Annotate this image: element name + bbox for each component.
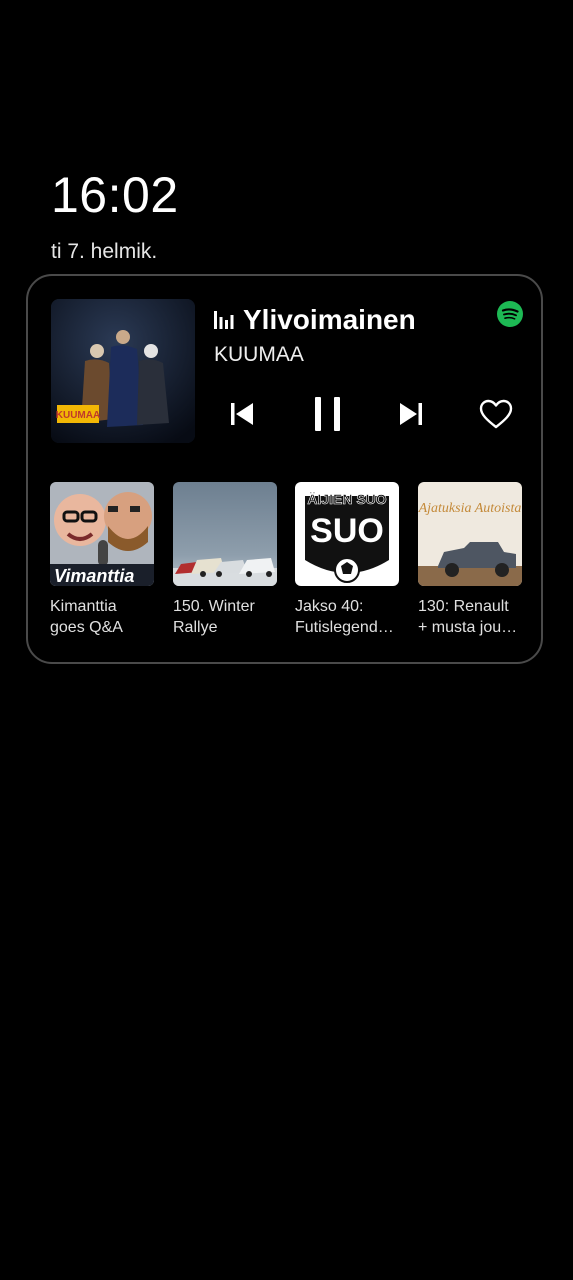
- skip-next-button[interactable]: [391, 394, 431, 434]
- recommendation-item[interactable]: SUO ÄIJIEN SUO Jakso 40: Futislegend…: [295, 482, 410, 638]
- album-art[interactable]: KUUMAA: [51, 299, 195, 443]
- lockscreen-date: ti 7. helmik.: [51, 240, 158, 263]
- spotify-icon[interactable]: [497, 301, 523, 327]
- recommendation-title-line2: + musta jou…: [418, 619, 518, 636]
- recommendation-title-line2: Futislegend…: [295, 619, 394, 636]
- recommendation-title-line2: Rallye: [173, 619, 218, 636]
- track-artist: KUUMAA: [214, 343, 304, 366]
- pause-icon: [315, 397, 340, 431]
- skip-previous-button[interactable]: [222, 394, 262, 434]
- recommendation-thumbnail: [173, 482, 277, 586]
- album-art-text: KUUMAA: [56, 410, 100, 421]
- svg-text:SUO: SUO: [310, 512, 384, 550]
- recommendation-thumbnail: Ajatuksia Autoista: [418, 482, 522, 586]
- recommendation-item[interactable]: 150. Winter Rallye: [173, 482, 288, 638]
- skip-previous-icon: [231, 403, 253, 425]
- lockscreen-clock: 16:02: [51, 167, 179, 223]
- media-player-widget: KUUMAA Ylivoimainen KUUMAA Vimanttia Kim…: [26, 274, 543, 664]
- like-button[interactable]: [476, 394, 516, 434]
- recommendation-title-line1: 150. Winter: [173, 598, 255, 615]
- skip-next-icon: [400, 403, 422, 425]
- recommendation-title-line1: Kimanttia: [50, 598, 117, 615]
- recommendation-item[interactable]: Vimanttia Kimanttia goes Q&A: [50, 482, 165, 638]
- track-title-row: Ylivoimainen: [214, 302, 416, 338]
- recommendation-title-line1: 130: Renault: [418, 598, 509, 615]
- track-title: Ylivoimainen: [243, 304, 416, 335]
- equalizer-icon: [214, 311, 234, 329]
- recommendation-item[interactable]: Ajatuksia Autoista 130: Renault + musta …: [418, 482, 533, 638]
- recommendation-thumbnail: SUO ÄIJIEN SUO: [295, 482, 399, 586]
- recommendation-title-line2: goes Q&A: [50, 619, 123, 636]
- recommendation-title-line1: Jakso 40:: [295, 598, 364, 615]
- recommendation-thumbnail-text: Vimanttia: [54, 566, 134, 586]
- recommendation-thumbnail-text: Ajatuksia Autoista: [418, 501, 521, 516]
- recommendation-thumbnail: Vimanttia: [50, 482, 154, 586]
- pause-button[interactable]: [308, 394, 348, 434]
- heart-outline-icon: [479, 399, 513, 429]
- recommendation-thumbnail-text: ÄIJIEN SUO: [307, 491, 386, 507]
